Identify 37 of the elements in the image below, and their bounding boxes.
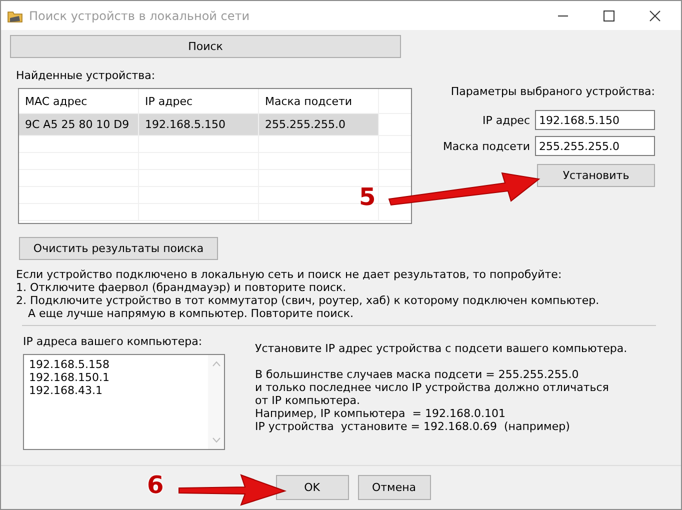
list-item[interactable]: 192.168.43.1 — [29, 384, 203, 397]
found-label: Найденные устройства: — [16, 69, 156, 82]
computer-ips-label: IP адреса вашего компьютера: — [23, 335, 204, 348]
table-row[interactable]: 9C A5 25 80 10 D9 192.168.5.150 255.255.255.0 — [19, 114, 411, 136]
hint-text: от IP компьютера. — [255, 394, 362, 407]
list-item[interactable]: 192.168.150.1 — [29, 371, 203, 384]
step-number: 6 — [147, 471, 164, 499]
input-field[interactable]: 255.255.255.0 — [535, 136, 655, 156]
hint-text: Установите IP адрес устройства с подсети вашего компьютера. — [255, 342, 628, 355]
search-button[interactable]: Поиск — [10, 35, 401, 58]
params-title: Параметры выбраного устройства: — [450, 85, 655, 98]
table-cell: 9C A5 25 80 10 D9 — [19, 114, 139, 135]
clear-results-button[interactable]: Очистить результаты поиска — [19, 237, 218, 260]
list-item[interactable]: 192.168.5.158 — [29, 358, 203, 371]
instruction-text: Если устройство подключено в локальную сеть и поиск не дает результатов, то попробуйте: — [16, 268, 563, 281]
field-label: IP адрес — [482, 114, 530, 126]
instruction-text: 2. Подключите устройство в тот коммутатор (свич, роутер, хаб) к которому подключен компьютер. — [16, 294, 600, 307]
column-header[interactable]: IP адрес — [139, 89, 259, 113]
instruction-text: 1. Отключите фаервол (брандмауэр) и повторите поиск. — [16, 281, 348, 294]
hint-text: В большинстве случаев маска подсети = 255.255.255.0 — [255, 368, 580, 381]
apply-button[interactable]: Установить — [537, 164, 655, 187]
ok-button[interactable]: OK — [276, 475, 348, 500]
column-header[interactable]: Маска подсети — [259, 89, 379, 113]
input-field[interactable]: 192.168.5.150 — [535, 110, 655, 130]
hint-text: и только последнее число IP устройства должно отличаться — [255, 381, 610, 394]
step-number: 5 — [359, 183, 376, 211]
column-header[interactable]: MAC адрес — [19, 89, 139, 113]
cancel-button[interactable]: Отмена — [358, 475, 430, 500]
table-cell: 192.168.5.150 — [139, 114, 259, 135]
instruction-text: А еще лучше напрямую в компьютер. Повторите поиск. — [27, 307, 354, 320]
close-icon[interactable] — [649, 10, 661, 22]
ip-listbox[interactable]: 192.168.5.158 192.168.150.1 192.168.43.1 — [23, 354, 225, 450]
field-label: Маска подсети — [442, 140, 530, 152]
hint-text: Например, IP компьютера = 192.168.0.101 — [255, 407, 506, 420]
hint-text: IP устройства установите = 192.168.0.69 (например) — [255, 420, 571, 433]
window-title: Поиск устройств в локальной сети — [29, 8, 251, 22]
maximize-icon[interactable] — [603, 10, 615, 22]
